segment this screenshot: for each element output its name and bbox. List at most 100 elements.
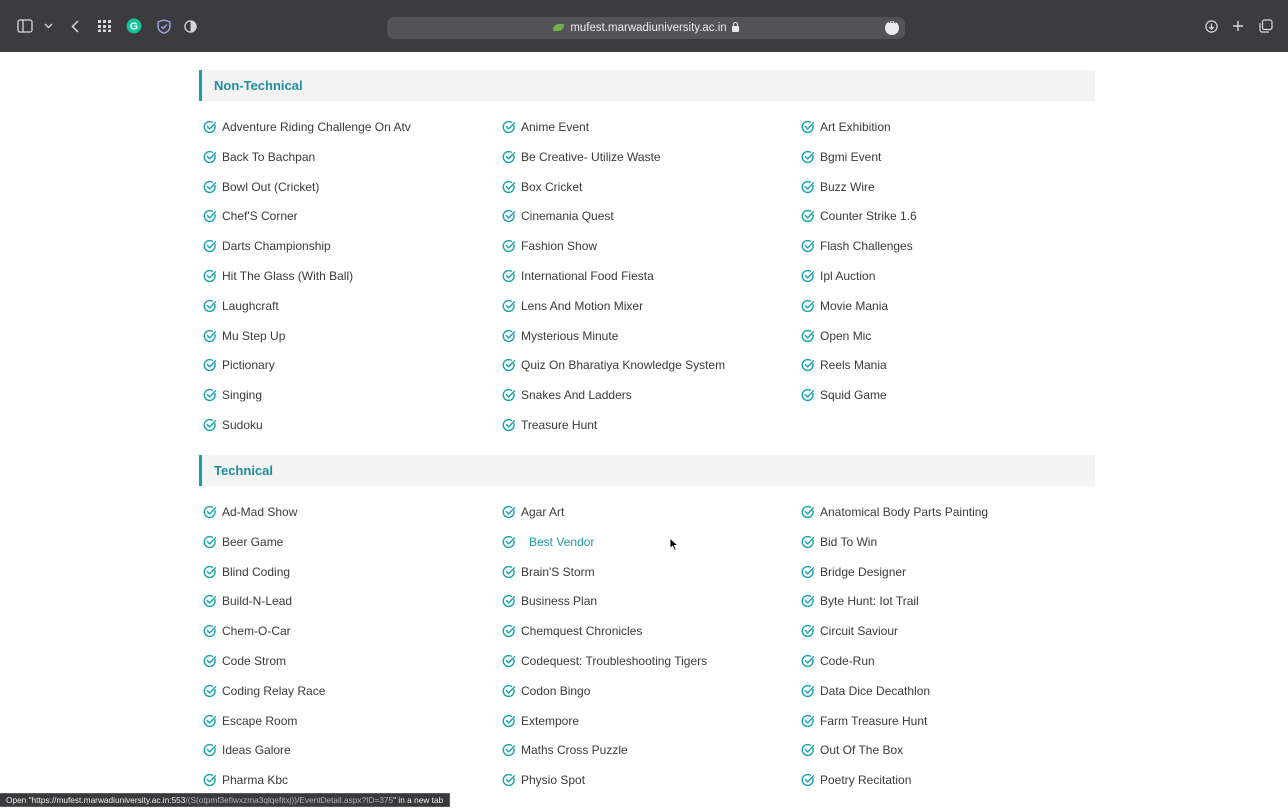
check-circle-icon xyxy=(502,329,516,343)
event-label: Poetry Recitation xyxy=(820,773,912,788)
event-item-international-food-fiesta[interactable]: International Food Fiesta xyxy=(502,267,654,285)
event-item-cinemania-quest[interactable]: Cinemania Quest xyxy=(502,207,614,225)
event-item-box-cricket[interactable]: Box Cricket xyxy=(502,178,582,196)
event-item-brain-s-storm[interactable]: Brain'S Storm xyxy=(502,563,595,581)
event-item-escape-room[interactable]: Escape Room xyxy=(203,712,297,730)
url-display[interactable]: mufest.marwadiuniversity.ac.in xyxy=(387,17,905,39)
check-circle-icon xyxy=(502,773,516,787)
plus-icon[interactable] xyxy=(1230,16,1246,36)
url-text: mufest.marwadiuniversity.ac.in xyxy=(570,22,727,34)
section-header-technical: Technical xyxy=(199,455,1095,486)
event-item-snakes-and-ladders[interactable]: Snakes And Ladders xyxy=(502,386,632,404)
event-item-squid-game[interactable]: Squid Game xyxy=(801,386,887,404)
event-label: Fashion Show xyxy=(521,239,598,254)
event-item-buzz-wire[interactable]: Buzz Wire xyxy=(801,178,875,196)
event-item-open-mic[interactable]: Open Mic xyxy=(801,327,871,345)
event-label: Counter Strike 1.6 xyxy=(820,209,917,224)
event-item-anime-event[interactable]: Anime Event xyxy=(502,118,589,136)
event-item-chef-s-corner[interactable]: Chef'S Corner xyxy=(203,207,298,225)
event-item-blind-coding[interactable]: Blind Coding xyxy=(203,563,290,581)
event-item-codon-bingo[interactable]: Codon Bingo xyxy=(502,682,590,700)
event-item-ipl-auction[interactable]: Ipl Auction xyxy=(801,267,875,285)
half-circle-icon[interactable] xyxy=(182,16,198,36)
event-label: Build-N-Lead xyxy=(222,594,293,609)
event-item-flash-challenges[interactable]: Flash Challenges xyxy=(801,237,913,255)
event-item-code-run[interactable]: Code-Run xyxy=(801,652,875,670)
event-item-poetry-recitation[interactable]: Poetry Recitation xyxy=(801,771,911,789)
event-item-out-of-the-box[interactable]: Out Of The Box xyxy=(801,741,903,759)
event-item-art-exhibition[interactable]: Art Exhibition xyxy=(801,118,891,136)
event-item-bowl-out-cricket[interactable]: Bowl Out (Cricket) xyxy=(203,178,319,196)
grid-icon[interactable] xyxy=(96,16,114,36)
chevron-down-icon[interactable] xyxy=(42,16,54,36)
check-circle-icon xyxy=(801,624,815,638)
event-item-quiz-on-bharatiya-knowledge-system[interactable]: Quiz On Bharatiya Knowledge System xyxy=(502,356,725,374)
event-item-business-plan[interactable]: Business Plan xyxy=(502,592,597,610)
more-icon[interactable] xyxy=(885,17,899,35)
event-item-ideas-galore[interactable]: Ideas Galore xyxy=(203,741,291,759)
event-item-bid-to-win[interactable]: Bid To Win xyxy=(801,533,877,551)
sidebar-icon[interactable] xyxy=(16,16,34,36)
check-circle-icon xyxy=(502,505,516,519)
back-icon[interactable] xyxy=(68,16,82,36)
event-label: Out Of The Box xyxy=(820,743,904,758)
event-item-lens-and-motion-mixer[interactable]: Lens And Motion Mixer xyxy=(502,297,643,315)
event-item-reels-mania[interactable]: Reels Mania xyxy=(801,356,887,374)
tabs-icon[interactable] xyxy=(1258,16,1274,36)
event-label: Anatomical Body Parts Painting xyxy=(820,505,989,519)
event-label: Business Plan xyxy=(521,594,598,609)
check-circle-icon xyxy=(502,120,516,134)
event-label: Art Exhibition xyxy=(820,120,891,134)
event-item-pictionary[interactable]: Pictionary xyxy=(203,356,275,374)
event-item-ad-mad-show[interactable]: Ad-Mad Show xyxy=(203,503,297,521)
event-item-laughcraft[interactable]: Laughcraft xyxy=(203,297,279,315)
grammarly-icon[interactable]: G xyxy=(125,16,143,36)
event-label: Best Vendor xyxy=(529,534,595,549)
shield-icon[interactable] xyxy=(155,16,173,36)
event-item-data-dice-decathlon[interactable]: Data Dice Decathlon xyxy=(801,682,930,700)
check-circle-icon xyxy=(502,624,516,638)
event-item-mysterious-minute[interactable]: Mysterious Minute xyxy=(502,327,618,345)
event-label: Box Cricket xyxy=(521,179,583,194)
address-bar[interactable]: mufest.marwadiuniversity.ac.in xyxy=(387,17,905,39)
event-item-back-to-bachpan[interactable]: Back To Bachpan xyxy=(203,148,315,166)
event-item-mu-step-up[interactable]: Mu Step Up xyxy=(203,327,285,345)
event-item-beer-game[interactable]: Beer Game xyxy=(203,533,283,551)
event-item-codequest-troubleshooting-tigers[interactable]: Codequest: Troubleshooting Tigers xyxy=(502,652,707,670)
event-item-chem-o-car[interactable]: Chem-O-Car xyxy=(203,622,291,640)
event-item-movie-mania[interactable]: Movie Mania xyxy=(801,297,888,315)
event-item-pharma-kbc[interactable]: Pharma Kbc xyxy=(203,771,288,789)
event-item-bgmi-event[interactable]: Bgmi Event xyxy=(801,148,881,166)
event-item-agar-art[interactable]: Agar Art xyxy=(502,503,564,521)
event-item-build-n-lead[interactable]: Build-N-Lead xyxy=(203,592,292,610)
event-item-farm-treasure-hunt[interactable]: Farm Treasure Hunt xyxy=(801,712,927,730)
event-item-extempore[interactable]: Extempore xyxy=(502,712,579,730)
event-item-singing[interactable]: Singing xyxy=(203,386,262,404)
event-item-best-vendor[interactable]: Best Vendor xyxy=(502,533,594,551)
event-label: Code-Run xyxy=(820,654,875,668)
event-label: Code Strom xyxy=(222,654,287,668)
event-item-treasure-hunt[interactable]: Treasure Hunt xyxy=(502,416,597,434)
event-item-code-strom[interactable]: Code Strom xyxy=(203,652,286,670)
download-icon[interactable] xyxy=(1203,16,1219,36)
event-item-adventure-riding-challenge-on-atv[interactable]: Adventure Riding Challenge On Atv xyxy=(203,118,411,136)
check-circle-icon xyxy=(801,684,815,698)
event-item-anatomical-body-parts-painting[interactable]: Anatomical Body Parts Painting xyxy=(801,503,988,521)
event-item-byte-hunt-iot-trail[interactable]: Byte Hunt: Iot Trail xyxy=(801,592,919,610)
check-circle-icon xyxy=(502,565,516,579)
event-item-sudoku[interactable]: Sudoku xyxy=(203,416,263,434)
event-item-bridge-designer[interactable]: Bridge Designer xyxy=(801,563,906,581)
event-item-coding-relay-race[interactable]: Coding Relay Race xyxy=(203,682,325,700)
event-item-physio-spot[interactable]: Physio Spot xyxy=(502,771,585,789)
event-item-circuit-saviour[interactable]: Circuit Saviour xyxy=(801,622,898,640)
event-item-chemquest-chronicles[interactable]: Chemquest Chronicles xyxy=(502,622,642,640)
event-item-be-creative-utilize-waste[interactable]: Be Creative- Utilize Waste xyxy=(502,148,661,166)
check-circle-icon xyxy=(502,714,516,728)
check-circle-icon xyxy=(502,654,516,668)
event-item-hit-the-glass-with-ball[interactable]: Hit The Glass (With Ball) xyxy=(203,267,353,285)
event-item-darts-championship[interactable]: Darts Championship xyxy=(203,237,331,255)
event-label: Buzz Wire xyxy=(820,179,875,194)
event-item-maths-cross-puzzle[interactable]: Maths Cross Puzzle xyxy=(502,741,628,759)
event-item-fashion-show[interactable]: Fashion Show xyxy=(502,237,597,255)
event-item-counter-strike-1-6[interactable]: Counter Strike 1.6 xyxy=(801,207,917,225)
